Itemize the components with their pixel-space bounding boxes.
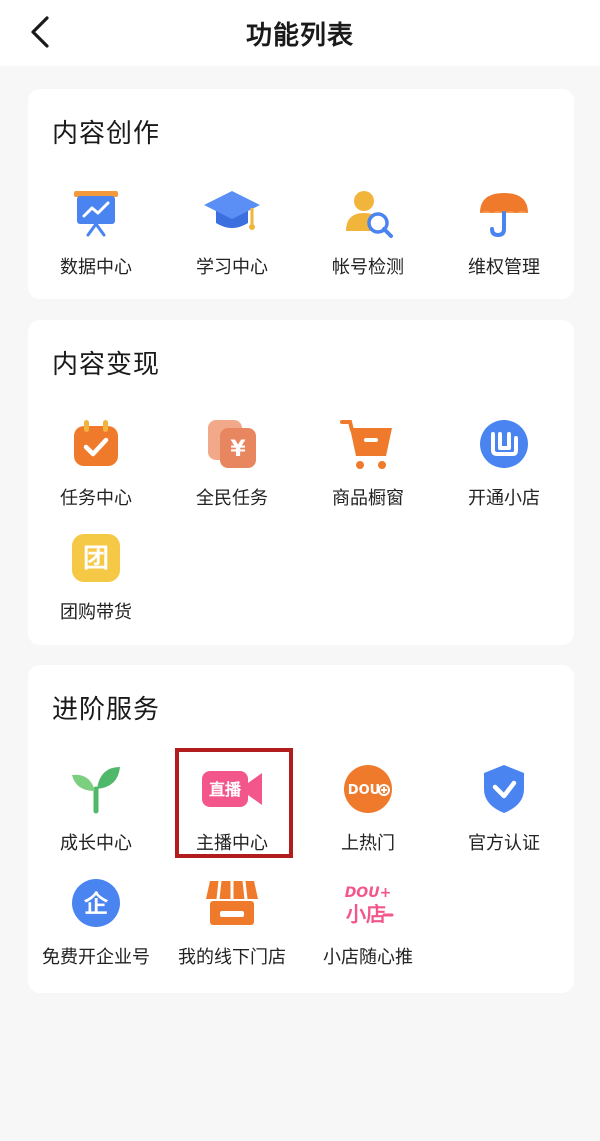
- section-monetization: 内容变现 任务中心 ¥ 全民任务 商品橱窗 开通小店 团 团购带货: [28, 320, 574, 645]
- item-label: 学习中心: [196, 257, 268, 278]
- shopping-cart-icon: [336, 412, 400, 476]
- yen-glyph: ¥: [230, 437, 246, 462]
- item-public-tasks[interactable]: ¥ 全民任务: [164, 412, 300, 522]
- item-official-verification[interactable]: 官方认证: [436, 757, 572, 867]
- group-glyph: 团: [83, 544, 109, 574]
- enterprise-glyph: 企: [84, 890, 109, 918]
- item-account-check[interactable]: 帐号检测: [300, 181, 436, 291]
- item-rights-management[interactable]: 维权管理: [436, 181, 572, 291]
- item-label: 小店随心推: [323, 947, 413, 968]
- item-task-center[interactable]: 任务中心: [28, 412, 164, 522]
- dou-glyph: DOU: [348, 783, 380, 798]
- shop-logo-icon: [472, 412, 536, 476]
- item-label: 开通小店: [468, 488, 540, 509]
- item-label: 维权管理: [468, 257, 540, 278]
- shop-glyph: 小店: [346, 902, 386, 926]
- item-label: 免费开企业号: [42, 947, 150, 968]
- item-label: 任务中心: [60, 488, 132, 509]
- section-title: 进阶服务: [52, 695, 161, 725]
- item-go-trending[interactable]: DOU 上热门: [300, 757, 436, 867]
- dou-plus-icon: DOU: [336, 757, 400, 821]
- item-product-showcase[interactable]: 商品橱窗: [300, 412, 436, 522]
- page-title: 功能列表: [245, 20, 354, 51]
- presentation-chart-icon: [64, 181, 128, 245]
- item-data-center[interactable]: 数据中心: [28, 181, 164, 291]
- item-label: 我的线下门店: [178, 947, 286, 968]
- item-shop-dou-plus[interactable]: DOU+ 小店 小店随心推: [300, 871, 436, 981]
- chevron-left-icon: [31, 16, 49, 48]
- item-label: 商品橱窗: [332, 488, 404, 509]
- item-free-enterprise-account[interactable]: 企 免费开企业号: [28, 871, 164, 981]
- section-advanced-services: 进阶服务 成长中心 直播 主播中心 DOU 上热门 官方认证 企 免费开企业号 …: [28, 665, 574, 993]
- item-label: 数据中心: [60, 257, 132, 278]
- user-search-icon: [336, 181, 400, 245]
- back-button[interactable]: [22, 14, 58, 50]
- item-group-buy[interactable]: 团 团购带货: [28, 526, 164, 636]
- item-label: 帐号检测: [332, 257, 404, 278]
- sprout-icon: [64, 757, 128, 821]
- item-offline-store[interactable]: 我的线下门店: [164, 871, 300, 981]
- yen-card-icon: ¥: [200, 412, 264, 476]
- section-title: 内容变现: [52, 350, 161, 380]
- dou-shop-icon: DOU+ 小店: [336, 871, 400, 935]
- item-label: 全民任务: [196, 488, 268, 509]
- section-content-creation: 内容创作 数据中心 学习中心 帐号检测 维权管理: [28, 89, 574, 299]
- item-label: 成长中心: [60, 833, 132, 854]
- umbrella-icon: [472, 181, 536, 245]
- enterprise-icon: 企: [64, 871, 128, 935]
- section-title: 内容创作: [52, 119, 161, 149]
- graduation-cap-icon: [200, 181, 264, 245]
- group-buy-icon: 团: [64, 526, 128, 590]
- item-label: 团购带货: [60, 602, 132, 623]
- highlight-box: [175, 748, 293, 858]
- calendar-check-icon: [64, 412, 128, 476]
- item-open-shop[interactable]: 开通小店: [436, 412, 572, 522]
- top-bar: 功能列表: [0, 0, 600, 66]
- item-learning-center[interactable]: 学习中心: [164, 181, 300, 291]
- item-growth-center[interactable]: 成长中心: [28, 757, 164, 867]
- dou-plus-glyph: DOU+: [345, 885, 392, 901]
- item-label: 上热门: [341, 833, 395, 854]
- item-label: 官方认证: [468, 833, 540, 854]
- shield-check-icon: [472, 757, 536, 821]
- storefront-icon: [200, 871, 264, 935]
